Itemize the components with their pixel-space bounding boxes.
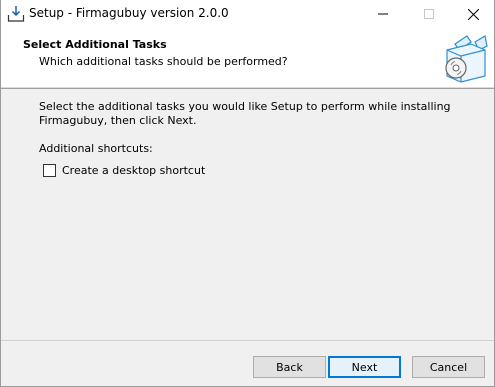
desktop-shortcut-option[interactable]: Create a desktop shortcut [43, 163, 205, 177]
cancel-button[interactable]: Cancel [412, 356, 485, 378]
window-title: Setup - Firmagubuy version 2.0.0 [29, 6, 229, 20]
setup-window: Setup - Firmagubuy version 2.0.0 Select … [0, 0, 495, 387]
title-bar: Setup - Firmagubuy version 2.0.0 [1, 0, 494, 28]
close-button[interactable] [453, 0, 493, 28]
page-title: Select Additional Tasks [23, 38, 167, 51]
installer-icon [7, 6, 25, 22]
back-button[interactable]: Back [253, 356, 326, 378]
close-icon [467, 8, 479, 20]
footer-divider [1, 340, 494, 341]
shortcuts-label: Additional shortcuts: [39, 142, 153, 155]
next-button[interactable]: Next [328, 356, 401, 378]
minimize-icon [378, 13, 388, 15]
maximize-icon [424, 9, 434, 19]
desktop-shortcut-checkbox[interactable] [43, 163, 56, 177]
maximize-button[interactable] [409, 0, 449, 28]
minimize-button[interactable] [363, 0, 403, 28]
wizard-header: Select Additional Tasks Which additional… [1, 28, 494, 88]
task-description: Select the additional tasks you would li… [39, 100, 451, 127]
header-divider [1, 88, 494, 89]
page-subtitle: Which additional tasks should be perform… [39, 55, 288, 68]
setup-box-icon [445, 35, 488, 83]
desktop-shortcut-label: Create a desktop shortcut [62, 163, 206, 177]
